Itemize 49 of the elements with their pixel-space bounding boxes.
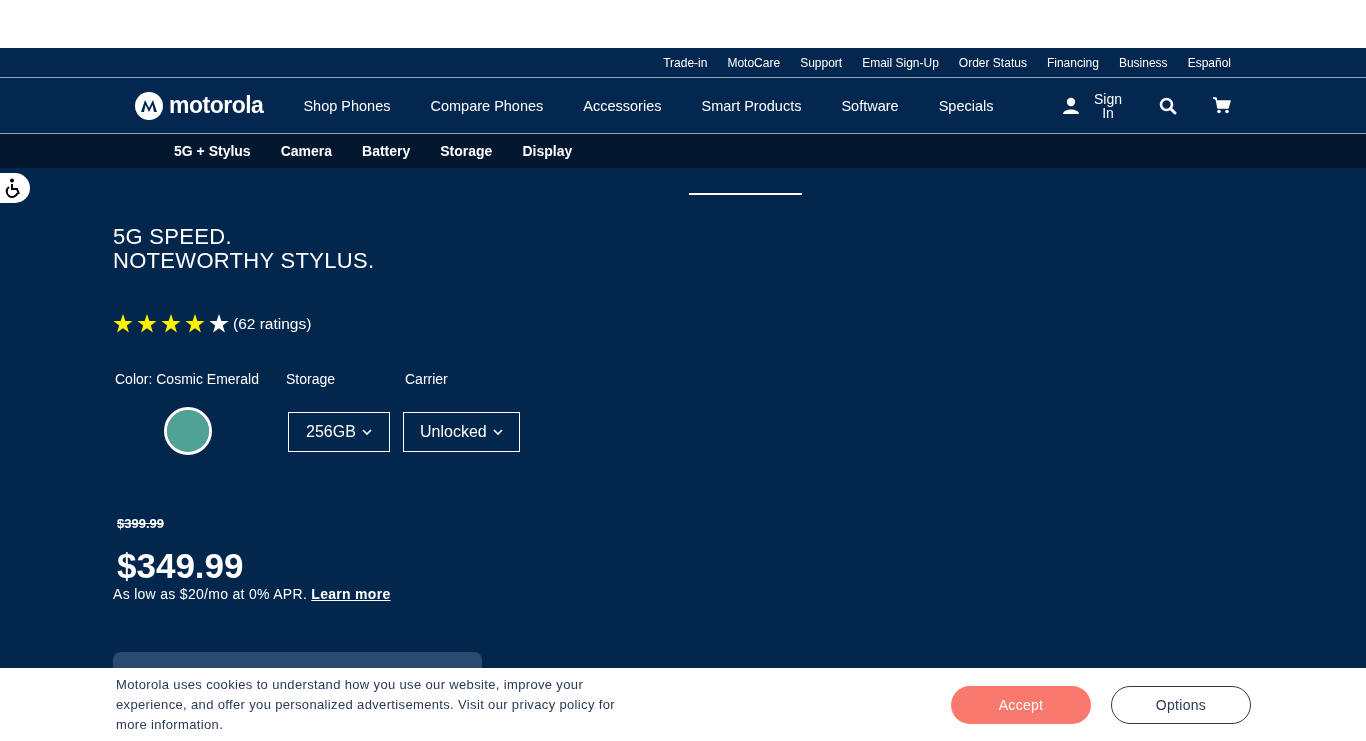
chevron-down-icon [361, 428, 372, 436]
accessibility-button[interactable] [0, 173, 30, 203]
section-link[interactable]: 5G + Stylus [174, 143, 251, 159]
original-price: $399.99 [116, 516, 164, 531]
cart-icon[interactable] [1213, 97, 1231, 114]
logo-text: motorola [169, 92, 264, 119]
sign-in-link[interactable]: Sign In [1090, 91, 1126, 120]
cookie-notice: Motorola uses cookies to understand how you use our website, improve your experience, and offer you personalized advertisements. Visit our privacy policy for more information. [116, 675, 616, 734]
search-icon[interactable] [1159, 96, 1177, 115]
section-link[interactable]: Display [522, 143, 573, 159]
nav-link[interactable]: Compare Phones [430, 97, 544, 114]
star-icon [137, 314, 157, 333]
utility-link[interactable]: Business [1118, 55, 1168, 70]
utility-link[interactable]: MotoCare [727, 55, 781, 70]
options-button[interactable]: Options [1111, 685, 1251, 724]
color-label: Color: Cosmic Emerald [114, 371, 260, 387]
star-icon [161, 314, 181, 333]
accessibility-icon [4, 178, 23, 198]
nav-link[interactable]: Software [841, 97, 899, 114]
section-link[interactable]: Battery [362, 143, 411, 159]
utility-link[interactable]: Email Sign-Up [862, 55, 939, 70]
hero-title: 5G SPEED. NOTEWORTHY STYLUS. [113, 225, 376, 273]
storage-label: Storage [285, 371, 337, 387]
color-swatch[interactable] [163, 407, 212, 455]
carrier-label: Carrier [404, 371, 449, 387]
logo-icon [135, 91, 163, 120]
nav-link[interactable]: Smart Products [701, 97, 802, 114]
chevron-down-icon [492, 428, 503, 436]
utility-link[interactable]: Español [1187, 55, 1231, 70]
star-icon [209, 314, 229, 333]
logo[interactable]: motorola [135, 91, 264, 120]
nav-link[interactable]: Specials [938, 97, 994, 114]
utility-link[interactable]: Order Status [958, 55, 1027, 70]
storage-dropdown[interactable]: 256GB [288, 412, 390, 452]
utility-link[interactable]: Trade-in [663, 55, 708, 70]
utility-link[interactable]: Support [800, 55, 843, 70]
star-icon [113, 314, 133, 333]
section-link[interactable]: Storage [440, 143, 493, 159]
carrier-dropdown[interactable]: Unlocked [403, 412, 520, 452]
ratings-count[interactable]: (62 ratings) [233, 314, 312, 333]
utility-link[interactable]: Financing [1046, 55, 1099, 70]
nav-link[interactable]: Accessories [583, 97, 662, 114]
section-link[interactable]: Camera [280, 143, 333, 159]
star-icon [185, 314, 205, 333]
financing-text: As low as $20/mo at 0% APR. Learn more [113, 586, 391, 602]
learn-more-link[interactable]: Learn more [311, 586, 391, 602]
sale-price: $349.99 [116, 546, 244, 586]
nav-link[interactable]: Shop Phones [303, 97, 391, 114]
user-icon[interactable] [1062, 96, 1080, 115]
